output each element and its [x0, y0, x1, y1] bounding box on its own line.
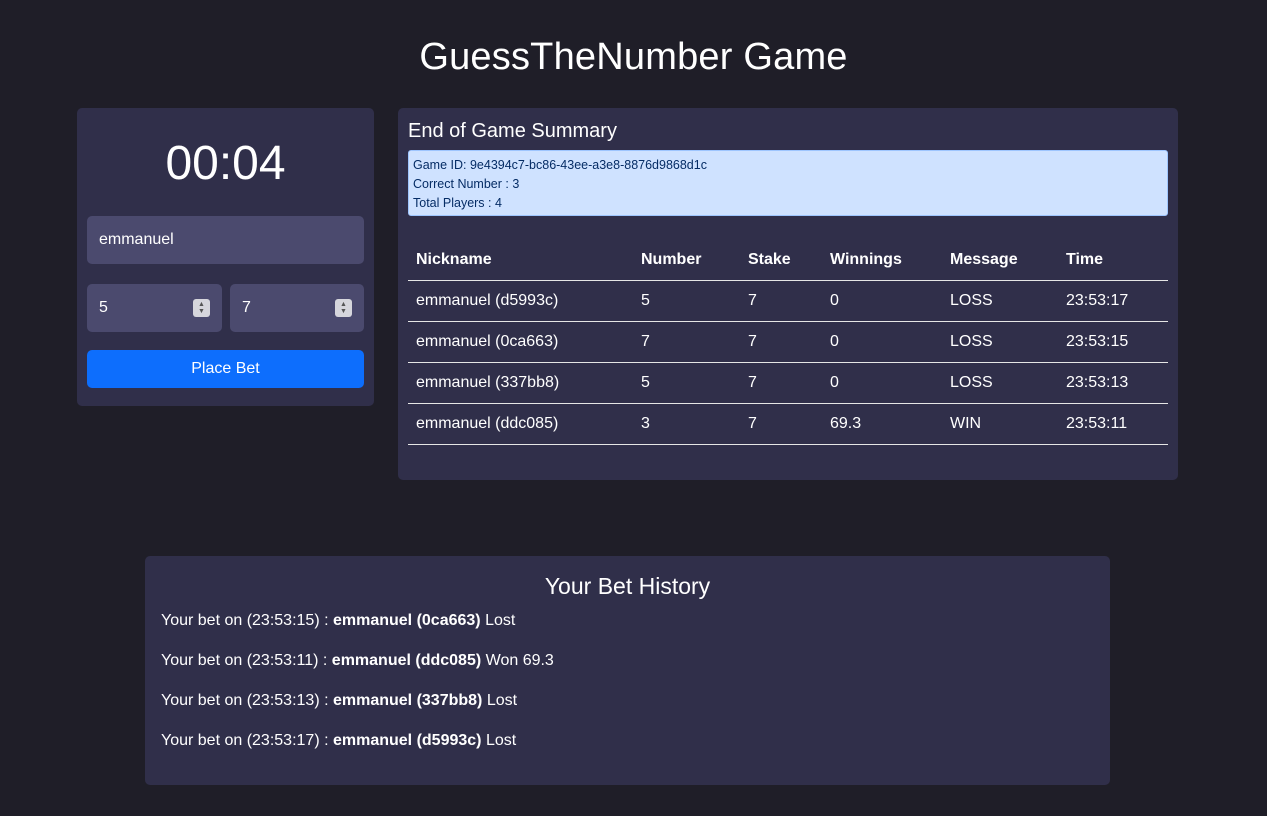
- cell-number: 5: [633, 362, 740, 404]
- history-prefix: Your bet on (23:53:15) :: [161, 612, 333, 629]
- game-id: Game ID: 9e4394c7-bc86-43ee-a3e8-8876d98…: [413, 158, 707, 172]
- cell-time: 23:53:13: [1058, 362, 1168, 404]
- nickname-input[interactable]: emmanuel: [87, 216, 364, 264]
- summary-panel: End of Game Summary Game ID: 9e4394c7-bc…: [398, 108, 1178, 480]
- history-player: emmanuel (337bb8): [332, 692, 483, 709]
- cell-nickname: emmanuel (d5993c): [408, 280, 633, 322]
- cell-message: WIN: [942, 403, 1058, 445]
- nickname-value: emmanuel: [99, 231, 174, 248]
- cell-number: 3: [633, 403, 740, 445]
- list-item: Your bet on (23:53:13) : emmanuel (337bb…: [161, 691, 554, 731]
- cell-winnings: 0: [822, 280, 942, 322]
- cell-time: 23:53:17: [1058, 280, 1168, 322]
- total-players: Total Players : 4: [413, 196, 502, 210]
- history-title: Your Bet History: [544, 573, 711, 599]
- history-prefix: Your bet on (23:53:11) :: [161, 652, 332, 669]
- history-result: Lost: [480, 612, 516, 629]
- correct-number: Correct Number : 3: [413, 177, 520, 191]
- stake-spinner[interactable]: ▲ ▼: [335, 299, 352, 317]
- cell-message: LOSS: [942, 321, 1058, 363]
- history-prefix: Your bet on (23:53:17) :: [161, 732, 333, 749]
- chevron-down-icon[interactable]: ▼: [340, 308, 347, 315]
- table-row: emmanuel (337bb8) 5 7 0 LOSS 23:53:13: [408, 362, 1168, 404]
- column-header: Number: [633, 240, 740, 281]
- chevron-up-icon[interactable]: ▲: [198, 301, 205, 308]
- list-item: Your bet on (23:53:15) : emmanuel (0ca66…: [161, 611, 554, 651]
- cell-winnings: 0: [822, 362, 942, 404]
- cell-message: LOSS: [942, 280, 1058, 322]
- bet-panel: 00:04 emmanuel 5 ▲ ▼ 7 ▲ ▼ Place Bet: [77, 108, 374, 406]
- place-bet-button[interactable]: Place Bet: [87, 350, 364, 388]
- column-header: Time: [1058, 240, 1168, 281]
- countdown-timer: 00:04: [165, 137, 286, 190]
- number-input[interactable]: 5 ▲ ▼: [87, 284, 222, 332]
- cell-stake: 7: [740, 321, 822, 363]
- history-player: emmanuel (ddc085): [331, 652, 482, 669]
- cell-stake: 7: [740, 362, 822, 404]
- table-header-row: Nickname Number Stake Winnings Message T…: [408, 240, 1168, 281]
- list-item: Your bet on (23:53:11) : emmanuel (ddc08…: [161, 651, 554, 691]
- cell-nickname: emmanuel (337bb8): [408, 362, 633, 404]
- history-player: emmanuel (d5993c): [332, 732, 482, 749]
- history-result: Lost: [481, 732, 517, 749]
- cell-message: LOSS: [942, 362, 1058, 404]
- history-prefix: Your bet on (23:53:13) :: [161, 692, 333, 709]
- cell-stake: 7: [740, 403, 822, 445]
- results-table: Nickname Number Stake Winnings Message T…: [408, 240, 1168, 445]
- column-header: Stake: [740, 240, 822, 281]
- number-value: 5: [99, 299, 108, 316]
- history-player: emmanuel (0ca663): [332, 612, 481, 629]
- column-header: Winnings: [822, 240, 942, 281]
- history-result: Lost: [482, 692, 518, 709]
- bet-history-panel: Your Bet History Your bet on (23:53:15) …: [145, 556, 1110, 785]
- game-info-box: Game ID: 9e4394c7-bc86-43ee-a3e8-8876d98…: [408, 150, 1168, 216]
- cell-winnings: 0: [822, 321, 942, 363]
- cell-number: 5: [633, 280, 740, 322]
- table-row: emmanuel (0ca663) 7 7 0 LOSS 23:53:15: [408, 321, 1168, 363]
- stake-value: 7: [242, 299, 251, 316]
- table-row: emmanuel (ddc085) 3 7 69.3 WIN 23:53:11: [408, 403, 1168, 445]
- cell-time: 23:53:15: [1058, 321, 1168, 363]
- history-result: Won 69.3: [481, 652, 554, 669]
- chevron-up-icon[interactable]: ▲: [340, 301, 347, 308]
- cell-stake: 7: [740, 280, 822, 322]
- number-spinner[interactable]: ▲ ▼: [193, 299, 210, 317]
- column-header: Nickname: [408, 240, 633, 281]
- table-row: emmanuel (d5993c) 5 7 0 LOSS 23:53:17: [408, 280, 1168, 322]
- column-header: Message: [942, 240, 1058, 281]
- chevron-down-icon[interactable]: ▼: [198, 308, 205, 315]
- page-title: GuessTheNumber Game: [419, 36, 848, 78]
- cell-nickname: emmanuel (ddc085): [408, 403, 633, 445]
- list-item: Your bet on (23:53:17) : emmanuel (d5993…: [161, 731, 554, 771]
- history-list: Your bet on (23:53:15) : emmanuel (0ca66…: [161, 611, 554, 771]
- summary-title: End of Game Summary: [408, 120, 617, 142]
- stake-input[interactable]: 7 ▲ ▼: [230, 284, 364, 332]
- cell-time: 23:53:11: [1058, 403, 1168, 445]
- cell-number: 7: [633, 321, 740, 363]
- cell-nickname: emmanuel (0ca663): [408, 321, 633, 363]
- cell-winnings: 69.3: [822, 403, 942, 445]
